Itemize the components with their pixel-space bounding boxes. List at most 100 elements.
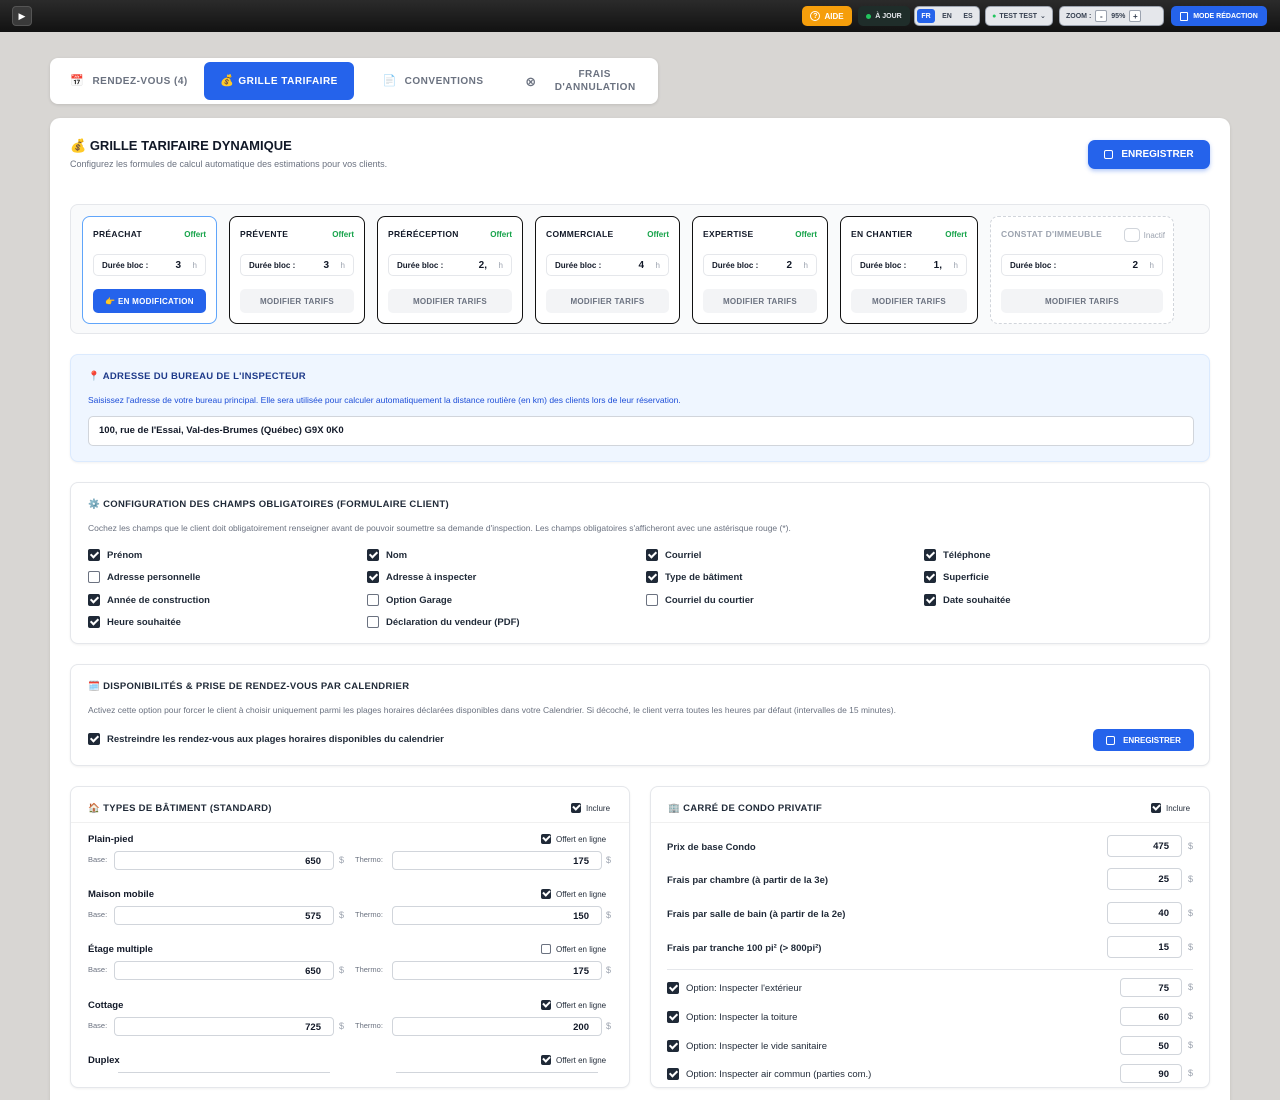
office-address-input[interactable]: 100, rue de l'Essai, Val-des-Brumes (Qué… xyxy=(88,416,1194,446)
zoom-out-button[interactable]: - xyxy=(1095,10,1108,22)
field-checkbox-heure[interactable]: Heure souhaitée xyxy=(88,616,181,628)
toggle-icon xyxy=(1123,228,1140,242)
user-dot-icon: ● xyxy=(992,12,997,20)
tab-pricing-grid[interactable]: 💰 GRILLE TARIFAIRE xyxy=(204,62,354,100)
condo-option-exterior[interactable]: Option: Inspecter l'extérieur xyxy=(667,982,802,994)
field-checkbox-adresse-perso[interactable]: Adresse personnelle xyxy=(88,571,200,583)
required-fields-panel: ⚙️ CONFIGURATION DES CHAMPS OBLIGATOIRES… xyxy=(70,482,1210,644)
condo-option-roof[interactable]: Option: Inspecter la toiture xyxy=(667,1011,797,1023)
service-card-expertise[interactable]: EXPERTISE Offert Durée bloc :2h MODIFIER… xyxy=(692,216,828,324)
field-checkbox-garage[interactable]: Option Garage xyxy=(367,594,452,606)
offered-online-checkbox[interactable]: Offert en ligne xyxy=(541,1000,606,1010)
building-icon: 🏢 xyxy=(668,803,681,814)
option-exterior-price-input[interactable]: 75 xyxy=(1120,978,1182,997)
tab-conventions[interactable]: 📄 CONVENTIONS xyxy=(360,62,506,100)
page-subtitle: Configurez les formules de calcul automa… xyxy=(70,159,388,169)
edit-rates-button[interactable]: MODIFIER TARIFS xyxy=(240,289,354,313)
cancel-circle-icon: ⊗ xyxy=(525,73,537,89)
condo-area-fee-input[interactable]: 15 xyxy=(1107,936,1182,958)
service-card-en-chantier[interactable]: EN CHANTIER Offert Durée bloc :1, h MODIF… xyxy=(840,216,978,324)
field-checkbox-courriel[interactable]: Courriel xyxy=(646,549,701,561)
play-icon[interactable]: ▶ xyxy=(12,6,32,26)
condo-base-price-input[interactable]: 475 xyxy=(1107,835,1182,857)
service-card-commerciale[interactable]: COMMERCIALE Offert Durée bloc :4h MODIFI… xyxy=(535,216,680,324)
money-bag-icon: 💰 xyxy=(70,138,87,153)
building-type-name: Maison mobile xyxy=(88,889,154,900)
base-price-input[interactable]: 575 xyxy=(114,906,334,925)
base-price-input[interactable]: 650 xyxy=(114,961,334,980)
zoom-in-button[interactable]: + xyxy=(1129,10,1142,22)
building-types-card: 🏠 TYPES DE BÂTIMENT (STANDARD) Inclure P… xyxy=(70,786,630,1088)
checkbox xyxy=(571,803,581,813)
money-bag-icon: 💰 xyxy=(220,74,235,87)
condo-bathroom-fee-input[interactable]: 40 xyxy=(1107,902,1182,924)
field-checkbox-prenom[interactable]: Prénom xyxy=(88,549,142,561)
condo-option-crawlspace[interactable]: Option: Inspecter le vide sanitaire xyxy=(667,1040,827,1052)
user-menu-button[interactable]: ● TEST TEST ⌄ xyxy=(985,6,1053,26)
base-price-input[interactable]: 725 xyxy=(114,1017,334,1036)
thermo-price-input[interactable]: 175 xyxy=(392,961,602,980)
block-duration-field[interactable]: Durée bloc :1, h xyxy=(851,254,967,276)
offered-online-checkbox[interactable]: Offert en ligne xyxy=(541,889,606,899)
offered-online-checkbox[interactable]: Offert en ligne xyxy=(541,944,606,954)
checkbox xyxy=(88,549,100,561)
inspector-address-panel: 📍 ADRESSE DU BUREAU DE L'INSPECTEUR Sais… xyxy=(70,354,1210,462)
lang-en-button[interactable]: EN xyxy=(938,9,956,23)
save-button[interactable]: ENREGISTRER xyxy=(1088,140,1210,169)
option-crawlspace-price-input[interactable]: 50 xyxy=(1120,1036,1182,1055)
field-checkbox-annee[interactable]: Année de construction xyxy=(88,594,210,606)
offered-online-checkbox[interactable]: Offert en ligne xyxy=(541,834,606,844)
edit-mode-button[interactable]: MODE RÉDACTION xyxy=(1171,6,1267,26)
edit-rates-button[interactable]: MODIFIER TARIFS xyxy=(546,289,669,313)
thermo-price-input[interactable]: 150 xyxy=(392,906,602,925)
divider xyxy=(667,969,1193,970)
edit-rates-button[interactable]: MODIFIER TARIFS xyxy=(851,289,967,313)
lang-fr-button[interactable]: FR xyxy=(917,9,935,23)
field-checkbox-date[interactable]: Date souhaitée xyxy=(924,594,1011,606)
block-duration-field[interactable]: Durée bloc :3h xyxy=(240,254,354,276)
block-duration-field[interactable]: Durée bloc :2, h xyxy=(388,254,512,276)
calendar-save-button[interactable]: ENREGISTRER xyxy=(1093,729,1194,751)
calendar-icon: 📅 xyxy=(70,74,85,87)
option-common-areas-price-input[interactable]: 90 xyxy=(1120,1064,1182,1083)
service-card-constat-immeuble[interactable]: CONSTAT D'IMMEUBLE Inactif Durée bloc :2… xyxy=(990,216,1174,324)
service-card-prevente[interactable]: PRÉVENTE Offert Durée bloc :3h MODIFIER … xyxy=(229,216,365,324)
condo-bedroom-fee-input[interactable]: 25 xyxy=(1107,868,1182,890)
block-duration-field[interactable]: Durée bloc :2h xyxy=(703,254,817,276)
field-checkbox-courriel-courtier[interactable]: Courriel du courtier xyxy=(646,594,754,606)
help-button[interactable]: ? AIDE xyxy=(802,6,852,26)
tab-cancellation-fees[interactable]: ⊗ FRAIS D'ANNULATION xyxy=(510,62,650,100)
offered-online-checkbox[interactable]: Offert en ligne xyxy=(541,1055,606,1065)
field-checkbox-telephone[interactable]: Téléphone xyxy=(924,549,991,561)
lang-es-button[interactable]: ES xyxy=(959,9,977,23)
block-duration-field[interactable]: Durée bloc :3h xyxy=(93,254,206,276)
field-checkbox-declaration[interactable]: Déclaration du vendeur (PDF) xyxy=(367,616,520,628)
zoom-value: 95% xyxy=(1111,12,1126,20)
block-duration-field[interactable]: Durée bloc :4h xyxy=(546,254,669,276)
include-condo-checkbox[interactable]: Inclure xyxy=(1151,803,1190,813)
field-checkbox-adresse-inspecter[interactable]: Adresse à inspecter xyxy=(367,571,476,583)
checkbox xyxy=(88,616,100,628)
edit-rates-button[interactable]: MODIFIER TARIFS xyxy=(703,289,817,313)
field-checkbox-type-batiment[interactable]: Type de bâtiment xyxy=(646,571,742,583)
base-price-input[interactable] xyxy=(118,1072,330,1073)
pricing-grid-card: 💰 GRILLE TARIFAIRE DYNAMIQUE Configurez … xyxy=(50,118,1230,1100)
condo-option-common-areas[interactable]: Option: Inspecter air commun (parties co… xyxy=(667,1068,871,1080)
option-roof-price-input[interactable]: 60 xyxy=(1120,1007,1182,1026)
field-checkbox-superficie[interactable]: Superficie xyxy=(924,571,989,583)
service-card-prereception[interactable]: PRÉRÉCEPTION Offert Durée bloc :2, h MODI… xyxy=(377,216,523,324)
editing-button[interactable]: 👉 EN MODIFICATION xyxy=(93,289,206,313)
include-building-types-checkbox[interactable]: Inclure xyxy=(571,803,610,813)
thermo-price-input[interactable]: 200 xyxy=(392,1017,602,1036)
thermo-price-input[interactable] xyxy=(396,1072,598,1073)
service-card-preachat[interactable]: PRÉACHAT Offert Durée bloc :3h 👉 EN MODI… xyxy=(82,216,217,324)
base-price-input[interactable]: 650 xyxy=(114,851,334,870)
field-checkbox-nom[interactable]: Nom xyxy=(367,549,407,561)
inactive-toggle[interactable]: Inactif xyxy=(1123,228,1165,242)
thermo-price-input[interactable]: 175 xyxy=(392,851,602,870)
restrict-calendar-checkbox[interactable]: Restreindre les rendez-vous aux plages h… xyxy=(88,733,444,745)
edit-rates-button[interactable]: MODIFIER TARIFS xyxy=(1001,289,1163,313)
block-duration-field[interactable]: Durée bloc :2h xyxy=(1001,254,1163,276)
tab-appointments[interactable]: 📅 RENDEZ-VOUS (4) xyxy=(56,62,202,100)
edit-rates-button[interactable]: MODIFIER TARIFS xyxy=(388,289,512,313)
